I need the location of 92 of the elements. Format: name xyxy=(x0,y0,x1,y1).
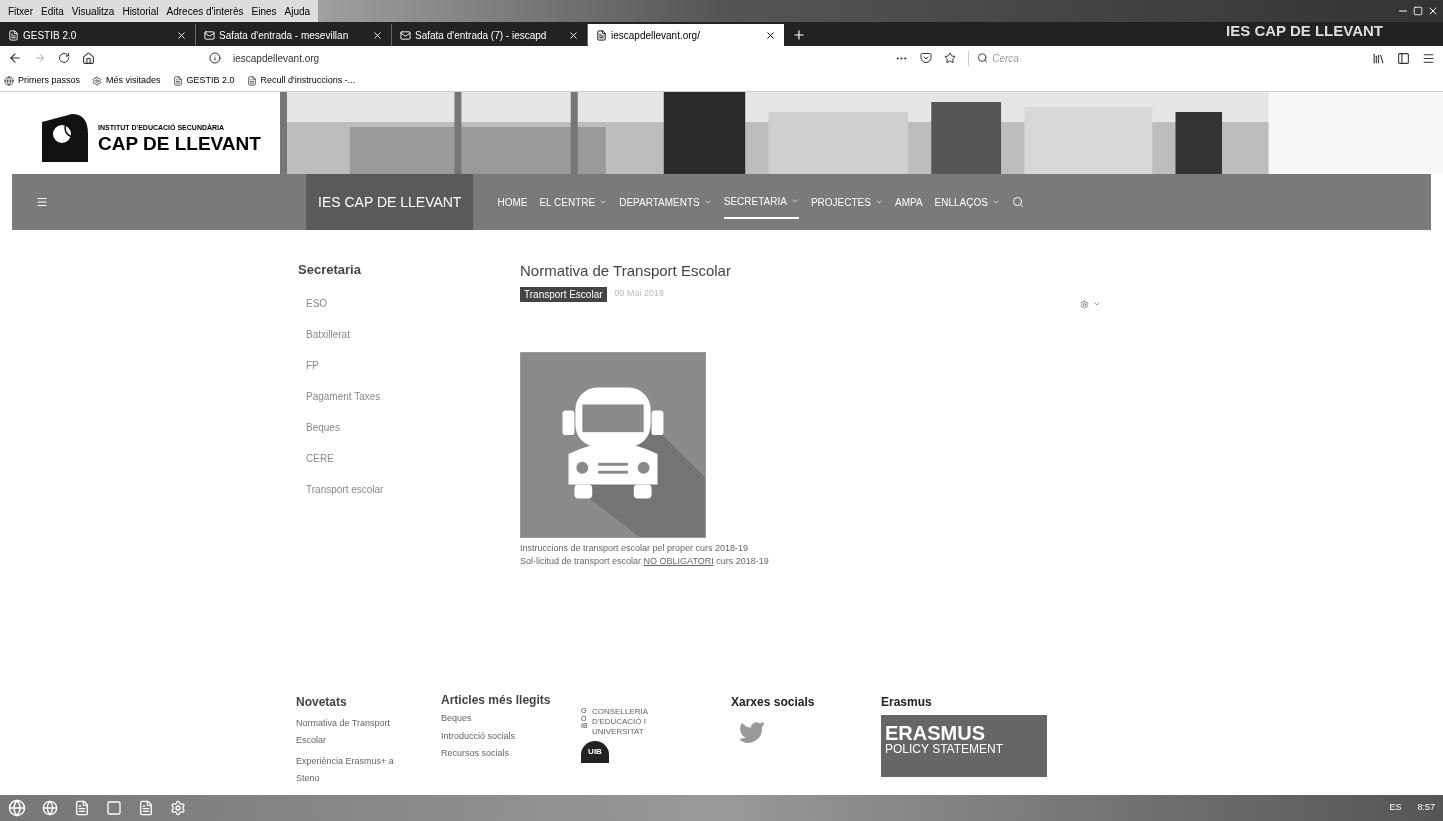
caret-icon xyxy=(790,197,799,205)
erasmus-banner[interactable]: ERASMUS POLICY STATEMENT xyxy=(881,715,1047,777)
caret-icon xyxy=(874,198,883,206)
pocket-icon[interactable] xyxy=(920,52,932,64)
clock[interactable]: 8:57 xyxy=(1417,801,1435,815)
caret-icon xyxy=(991,198,1000,206)
language-indicator[interactable]: ES xyxy=(1389,801,1402,815)
back-icon[interactable] xyxy=(8,51,22,65)
menu-item[interactable]: Ajuda xyxy=(284,3,311,19)
bird-icon[interactable] xyxy=(739,719,765,745)
browser-icon[interactable] xyxy=(42,800,58,816)
article-date: 09 Mai 2018 xyxy=(614,287,665,301)
uib-logo: UIB xyxy=(581,741,609,763)
article-link[interactable]: Beques xyxy=(441,712,551,726)
nav-link[interactable]: PROJECTES xyxy=(810,186,883,218)
news-link[interactable]: Normativa de Transport Escolar xyxy=(296,715,411,749)
close-tab-icon[interactable] xyxy=(765,29,776,41)
mail-icon xyxy=(204,29,215,41)
browser-tab[interactable]: Safata d'entrada - mesevillan xyxy=(196,24,392,46)
logo-name: CAP DE LLEVANT xyxy=(98,133,261,153)
bookmark[interactable]: Primers passos xyxy=(18,73,80,88)
search-field[interactable]: Cerca xyxy=(992,50,1208,66)
article-line: Sol·licitud de transport escolar NO OBLIGATORI curs 2018-19 xyxy=(520,555,770,568)
nav-link[interactable]: HOME xyxy=(497,186,528,218)
sidebar-link[interactable]: Transport escolar xyxy=(298,481,520,513)
close-tab-icon[interactable] xyxy=(176,29,187,41)
menu-item[interactable]: Edita xyxy=(41,3,64,19)
page-icon xyxy=(596,29,607,41)
document-link[interactable]: NO OBLIGATORI xyxy=(643,556,714,566)
nav-link[interactable]: AMPA xyxy=(894,186,923,218)
close-tab-icon[interactable] xyxy=(568,29,579,41)
sidebar-link[interactable]: FP xyxy=(298,357,520,389)
news-link[interactable]: Experiència Erasmus+ a Steno xyxy=(296,753,411,787)
site-brand[interactable]: IES CAP DE LLEVANT xyxy=(306,174,474,230)
search-icon[interactable] xyxy=(1011,196,1024,208)
browser-tab[interactable]: iescapdellevant.org/ xyxy=(588,24,784,46)
gear-icon xyxy=(92,75,102,86)
bookmark[interactable]: Recull d'instruccions -... xyxy=(260,73,356,88)
page-icon xyxy=(8,29,19,41)
sidebar-link[interactable]: Batxillerat xyxy=(298,326,520,358)
menu-item[interactable]: Adreces d'interès xyxy=(166,3,244,19)
globe-icon xyxy=(4,75,14,86)
menu-item[interactable]: Fitxer xyxy=(8,3,33,19)
article-line: Instruccions de transport escolar pel proper curs 2018-19 xyxy=(520,541,750,555)
caret-icon xyxy=(599,198,608,206)
menu-item[interactable]: Visualitza xyxy=(71,3,115,19)
bookmark[interactable]: Més visitades xyxy=(106,73,161,88)
sidebar-link[interactable]: CERE xyxy=(298,450,520,482)
menu-item[interactable]: Historial xyxy=(122,3,159,19)
close-icon[interactable] xyxy=(1427,5,1439,17)
info-icon[interactable] xyxy=(209,52,221,64)
caret-icon xyxy=(703,198,712,206)
page-icon xyxy=(172,75,183,86)
footer-heading: Articles més llegits xyxy=(441,693,551,708)
menu-icon[interactable] xyxy=(1422,51,1435,65)
govern-text: CONSELLERIA D'EDUCACIÓ I UNIVERSITAT xyxy=(592,707,649,737)
new-tab-icon[interactable] xyxy=(792,28,806,42)
address-field[interactable]: iescapdellevant.org xyxy=(233,50,883,66)
browser-tab[interactable]: GESTIB 2.0 xyxy=(0,24,196,46)
sidebar-link[interactable]: ESO xyxy=(298,295,520,327)
close-tab-icon[interactable] xyxy=(372,29,383,41)
library-icon[interactable] xyxy=(1372,51,1385,65)
start-icon[interactable] xyxy=(8,799,26,817)
nav-link[interactable]: DEPARTAMENTS xyxy=(619,186,712,218)
window-title: IES CAP DE LLEVANT xyxy=(1226,20,1384,41)
sidebar-title: Secretaria xyxy=(298,261,362,279)
mail-icon xyxy=(400,29,411,41)
bus-icon xyxy=(520,351,706,538)
footer-heading: Erasmus xyxy=(881,694,933,711)
nav-link[interactable]: SECRETARIA xyxy=(723,185,799,219)
footer-heading: Novetats xyxy=(296,694,348,711)
category-tag[interactable]: Transport Escolar xyxy=(520,286,607,302)
nav-link[interactable]: EL CENTRE xyxy=(539,186,608,218)
home-icon[interactable] xyxy=(82,51,95,65)
settings-icon[interactable] xyxy=(1080,300,1089,309)
footer-heading: Xarxes socials xyxy=(731,694,816,711)
caret-icon[interactable] xyxy=(1093,300,1101,308)
article-link[interactable]: Introducció socials xyxy=(441,729,551,743)
star-icon[interactable] xyxy=(944,52,956,64)
sidebar-icon[interactable] xyxy=(1397,51,1410,65)
maximize-icon[interactable] xyxy=(1413,6,1423,16)
menu-item[interactable]: Eines xyxy=(251,3,277,19)
nav-link[interactable]: ENLLAÇOS xyxy=(934,186,1000,218)
page-icon xyxy=(246,75,257,86)
reload-icon[interactable] xyxy=(58,52,70,64)
article-title: Normativa de Transport Escolar xyxy=(520,261,732,281)
article-link[interactable]: Recursos socials xyxy=(441,747,551,761)
sidebar-link[interactable]: Beques xyxy=(298,419,520,451)
sidebar-link[interactable]: Pagament Taxes xyxy=(298,388,520,420)
search-icon xyxy=(977,52,989,64)
bookmark[interactable]: GESTIB 2.0 xyxy=(186,73,235,88)
logo-icon xyxy=(42,114,90,162)
